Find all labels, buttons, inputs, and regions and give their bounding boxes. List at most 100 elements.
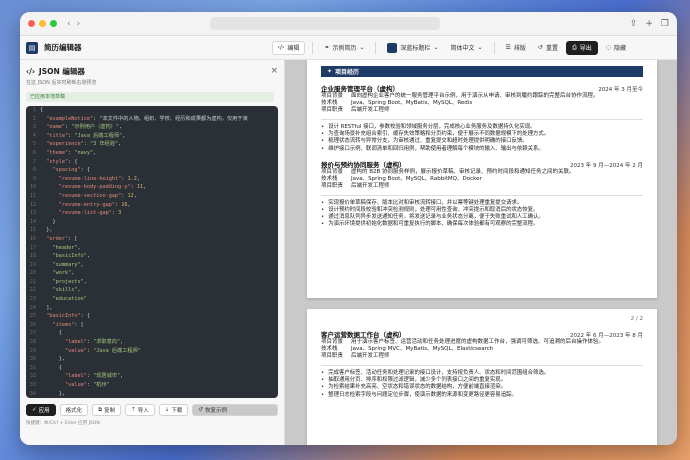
line-number: 1	[32, 107, 36, 113]
maximize-window-button[interactable]	[50, 20, 57, 27]
edit-button[interactable]: ‹/› 编辑	[271, 40, 306, 55]
minimize-window-button[interactable]	[39, 20, 46, 27]
browser-actions: ⇪ + ❐	[630, 19, 669, 29]
line-number: 33	[29, 382, 36, 388]
line-number: 29	[29, 347, 36, 354]
field-value: 后端开发工程师	[351, 353, 390, 359]
line-number: 14	[29, 218, 36, 225]
back-icon[interactable]: ‹	[67, 19, 71, 29]
field-label: 项目职责	[321, 353, 344, 359]
sample-resume-select[interactable]: ⚭ 示例简历 ⌄	[320, 43, 368, 52]
field-label: 项目背景	[321, 339, 344, 345]
code-line: 6 "theme": "navy",	[26, 149, 278, 158]
line-number: 24	[29, 304, 36, 311]
line-number: 10	[29, 184, 36, 191]
code-line: 31 {	[26, 364, 278, 373]
code-line: 8 "spacing": {	[26, 166, 278, 175]
status-badge: 已应用本地草稿	[26, 92, 274, 102]
project-entry: 客户运营数据工作台（虚构） 2022 年 6 月—2023 年 8 月项目背景 用于…	[321, 329, 643, 399]
forward-icon[interactable]: ›	[77, 19, 81, 29]
code-line: 18 "basicInfo",	[26, 252, 278, 261]
project-date: 2022 年 6 月—2023 年 8 月	[570, 333, 643, 339]
format-button[interactable]: 格式化	[59, 404, 89, 416]
code-text: "projects",	[52, 278, 87, 285]
code-text: "summary",	[52, 261, 84, 268]
json-editor-panel: ‹/› JSON 编辑器 在这 JSON 后实时刷新右侧预览 × 已应用本地草稿…	[20, 60, 285, 445]
line-number: 6	[32, 149, 36, 156]
code-line: 17 "header",	[26, 244, 278, 253]
import-button[interactable]: ⇡ 导入	[125, 404, 155, 416]
project-entry: 报价与预约协同服务（虚构） 2023 年 9 月—2024 年 2 月项目背景 虚构…	[321, 159, 643, 229]
share-icon[interactable]: ⇪	[630, 19, 638, 29]
apply-button[interactable]: ✓ 应用	[26, 404, 56, 416]
close-panel-icon[interactable]: ×	[270, 66, 278, 76]
bullet-item: 为演示环境提供初始化数据和可重复执行的脚本，确保每次体验都有可观察的完整流程。	[321, 221, 643, 228]
code-text: "basicInfo": {	[46, 313, 90, 320]
code-editor[interactable]: 1{2 "exampleNotice": "本文件中的人物、组织、学校、经历和成…	[26, 106, 278, 398]
code-text: {	[40, 330, 62, 337]
code-line: 29 "value": "Java 后端工程师"	[26, 347, 278, 356]
new-tab-icon[interactable]: +	[645, 19, 653, 29]
copy-button[interactable]: ⧉ 复制	[92, 404, 122, 416]
line-number: 28	[29, 339, 36, 346]
restore-sample-button[interactable]: ↺ 恢复示例	[192, 404, 278, 416]
download-button[interactable]: ⇣ 下载	[158, 404, 189, 416]
project-heading: 报价与预约协同服务（虚构） 2023 年 9 月—2024 年 2 月	[321, 159, 643, 169]
line-number: 18	[29, 253, 36, 260]
field-value: 后端开发工程师	[351, 182, 390, 189]
field-value: 后端开发工程师	[351, 107, 390, 113]
export-button[interactable]: ⎙ 导出	[565, 40, 598, 55]
line-number: 3	[32, 124, 36, 131]
bullet-list: 设计 RESTful 接口，参数校验和领域服务分层，完成核心业务服务及数据持久化…	[321, 119, 643, 153]
field-value: 虚构的 B2B 协同服务样例，展示报价草稿、审核记录、预约时间段和通知任务之间的…	[351, 168, 575, 175]
bullet-list: 完成客户标签、活动任务和处理记录的接口设计，支持按负责人、状态和时间范围组合筛选…	[321, 365, 643, 399]
project-list: 企业服务管理平台（虚构） 2024 年 3 月至今 项目背景 面向虚构企业客户的统一服…	[307, 83, 657, 229]
code-line: 16 "order": [	[26, 235, 278, 244]
code-text: "experience": "3 年经验",	[46, 141, 122, 148]
code-line: 34 },	[26, 390, 278, 398]
link-icon: ⚭	[324, 44, 330, 51]
code-text: ],	[40, 304, 53, 311]
code-line: 13 "resume-list-gap": 3	[26, 209, 278, 218]
code-text: },	[40, 356, 65, 363]
bullet-item: 整理日志检索字段与问题定位步骤，使演示数据的来源和变更路径更容易追踪。	[321, 392, 643, 399]
close-window-button[interactable]	[28, 20, 35, 27]
address-bar[interactable]	[210, 17, 441, 30]
code-text: {	[40, 107, 44, 113]
tabs-overview-icon[interactable]: ❐	[661, 19, 669, 29]
line-number: 26	[29, 321, 36, 328]
language-select[interactable]: 简体中文 ⌄	[446, 43, 486, 52]
window-controls	[28, 20, 57, 27]
layout-icon: ☰	[505, 44, 511, 51]
theme-select[interactable]: 深蓝标题栏 ⌄	[383, 42, 442, 53]
project-field: 项目职责 后端开发工程师	[321, 183, 643, 190]
restore-icon: ↺	[198, 407, 203, 413]
hide-button[interactable]: ◌ 隐藏	[602, 43, 630, 52]
layout-button[interactable]: ☰ 排版	[502, 43, 530, 52]
code-text: "style": {	[46, 158, 78, 165]
export-icon: ⎙	[571, 43, 577, 51]
toolbar-actions: ‹/› 编辑 ⚭ 示例简历 ⌄ 深蓝标题栏 ⌄ 简体中文 ⌄ ☰ 排版 ↺ 重置…	[271, 40, 631, 55]
code-line: 32 "label": "现居城市",	[26, 372, 278, 381]
code-text: "title": "Java 后端工程师",	[46, 132, 126, 139]
upload-icon: ⇡	[131, 407, 136, 413]
line-number: 9	[32, 175, 36, 182]
app-title: 简历编辑器	[44, 43, 82, 52]
code-text: "label": "现居城市",	[65, 373, 124, 380]
section-header: ✦ 项目经历	[321, 66, 643, 77]
page-indicator: 2 / 2	[630, 316, 643, 322]
field-label: 项目背景	[321, 168, 344, 175]
field-label: 项目职责	[321, 182, 344, 189]
line-number: 11	[29, 192, 36, 199]
project-heading: 企业服务管理平台（虚构） 2024 年 3 月至今	[321, 83, 643, 93]
code-text: "work",	[52, 270, 75, 277]
code-icon: ‹/›	[26, 67, 35, 76]
field-value: Java、Spring Boot、MyBatis、MySQL、Redis	[351, 100, 473, 106]
code-text: }	[40, 218, 56, 225]
project-field: 技术栈 Java、Spring Boot、MySQL、RabbitMQ、Docke…	[321, 176, 643, 183]
line-number: 25	[29, 313, 36, 320]
resume-preview: ✦ 项目经历 企业服务管理平台（虚构） 2024 年 3 月至今 项目背景 面向虚构企…	[285, 60, 677, 445]
reset-button[interactable]: ↺ 重置	[534, 43, 562, 52]
eye-off-icon: ◌	[605, 44, 612, 51]
code-line: 28 "label": "求职意向",	[26, 338, 278, 347]
